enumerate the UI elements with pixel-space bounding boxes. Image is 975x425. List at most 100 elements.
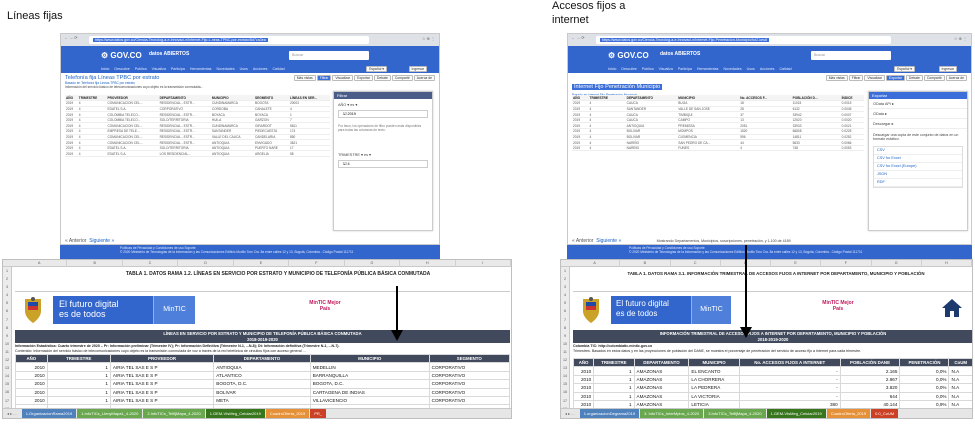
- row-number[interactable]: 8: [561, 324, 569, 332]
- sheet-cell[interactable]: BOGOTA, D.C.: [309, 379, 430, 389]
- sheet-cell[interactable]: META: [213, 395, 311, 406]
- table-row[interactable]: 2019 4 EDATEL S.A. LOS RESIDENCIAL... ANTIOQ…: [65, 150, 330, 157]
- sheet-cell[interactable]: AMAZONAS: [633, 383, 690, 393]
- nav-item[interactable]: Participa: [171, 67, 185, 71]
- sheet-row[interactable]: 2010 1 AMAZONAS LA PEDRERA -3.820 0,0% N.A: [572, 383, 972, 393]
- nav-item[interactable]: Visualiza: [152, 67, 166, 71]
- nav-item[interactable]: Publica: [135, 67, 147, 71]
- sheet-cell[interactable]: N.A: [948, 374, 972, 385]
- lang-dropdown[interactable]: Español ▾: [366, 66, 387, 72]
- column-letter[interactable]: C: [671, 260, 721, 267]
- export-format-link[interactable]: RDF: [874, 179, 962, 187]
- sheet-cell[interactable]: 2010: [15, 379, 48, 389]
- row-number[interactable]: 14: [3, 372, 11, 380]
- nav-item[interactable]: Usos: [747, 67, 755, 71]
- nav-item[interactable]: Inicio: [608, 67, 616, 71]
- pager-prev[interactable]: « Anterior: [572, 238, 593, 244]
- filter-value-trimestre[interactable]: ☑ 4: [338, 160, 428, 168]
- nav-items[interactable]: Inicio Descubre Publica Visualiza Participa H…: [608, 67, 797, 71]
- column-letter[interactable]: D: [178, 260, 234, 267]
- pager-next[interactable]: Siguiente »: [89, 238, 114, 244]
- sheet-cell[interactable]: N.A: [948, 366, 972, 376]
- row-number[interactable]: 14: [561, 372, 569, 380]
- sheet-cell[interactable]: AIRIA TEL SAS E S P: [109, 362, 215, 372]
- sheet-cell[interactable]: CARTAGENA DE INDIAS: [309, 387, 430, 397]
- sheet-cell[interactable]: BOLIVAR: [213, 387, 311, 397]
- nav-item[interactable]: Acciones: [253, 67, 268, 71]
- column-letter[interactable]: G: [872, 260, 922, 267]
- sheet-cell[interactable]: 2010: [572, 374, 595, 385]
- sheet-row[interactable]: 2010 1 AIRIA TEL SAS E S P BOGOTA, D.C. BOGO…: [15, 379, 511, 389]
- sheet-tab[interactable]: CuadroOferta_2019: [265, 409, 310, 418]
- column-letter[interactable]: B: [67, 260, 123, 267]
- nav-items[interactable]: Inicio Descubre Publica Visualiza Participa H…: [101, 67, 290, 71]
- sheet-header-cell[interactable]: POBLACIÓN DANE: [839, 357, 901, 368]
- row-number[interactable]: 11: [561, 348, 569, 356]
- toolbar-button[interactable]: Exportar: [354, 75, 373, 81]
- column-letter[interactable]: B: [620, 260, 671, 267]
- row-number[interactable]: 16: [3, 388, 11, 396]
- table-row[interactable]: 2019 4 NARIÑO FUNES 4 748 0.0053: [572, 145, 864, 152]
- toolbar-button[interactable]: Filtrar: [316, 75, 332, 81]
- row-number[interactable]: 9: [561, 332, 569, 340]
- column-letter[interactable]: I: [456, 260, 511, 267]
- address-bar[interactable]: https://www.datos.gov.co/Ciencia-Tecnolo…: [596, 36, 891, 44]
- datos-abiertos-logo[interactable]: datos ABIERTOS: [149, 51, 189, 57]
- nav-item[interactable]: Herramientas: [190, 67, 212, 71]
- column-letter[interactable]: H: [922, 260, 972, 267]
- filter-field-ano[interactable]: AÑO ▾ es ▾: [334, 99, 432, 110]
- nav-item[interactable]: Visualiza: [659, 67, 673, 71]
- filter-value-ano[interactable]: ☑ 2019: [338, 110, 428, 118]
- search-input[interactable]: Buscar: [811, 51, 891, 60]
- datos-abiertos-logo[interactable]: datos ABIERTOS: [660, 51, 700, 57]
- toolbar-button[interactable]: Acerca de: [413, 75, 435, 81]
- export-option[interactable]: OData API ▸: [869, 99, 967, 109]
- sheet-cell[interactable]: N.A: [948, 383, 972, 393]
- column-letter[interactable]: A: [570, 260, 621, 267]
- row-number[interactable]: 12: [3, 356, 11, 364]
- toolbar-button[interactable]: Más vistas: [293, 75, 316, 81]
- sheet-cell[interactable]: 1: [46, 379, 111, 389]
- sheet-cell[interactable]: AIRIA TEL SAS E S P: [109, 387, 215, 397]
- column-letter[interactable]: F: [289, 260, 345, 267]
- nav-item[interactable]: Usos: [240, 67, 248, 71]
- nav-item[interactable]: Inicio: [101, 67, 109, 71]
- sheet-tab[interactable]: PR_: [310, 409, 326, 418]
- sheet-cell[interactable]: BOGOTA, D.C.: [213, 379, 311, 389]
- browser-menu-icon[interactable]: ☆ ⊕ ⋮: [954, 36, 967, 41]
- sheet-header-cell[interactable]: MUNICIPIO: [309, 353, 430, 364]
- sheet-cell[interactable]: 2.165: [839, 366, 901, 376]
- row-number[interactable]: 7: [3, 316, 11, 324]
- sheet-cell[interactable]: 2.967: [839, 374, 901, 385]
- row-number[interactable]: 5: [3, 299, 11, 307]
- column-letter[interactable]: G: [345, 260, 401, 267]
- sheet-cell[interactable]: N.A: [948, 391, 972, 401]
- sheet-cell[interactable]: -: [738, 391, 841, 401]
- sheet-cell[interactable]: 2010: [15, 362, 48, 372]
- sheet-cell[interactable]: CORPORATIVO: [428, 370, 511, 381]
- export-format-link[interactable]: JSON: [874, 171, 962, 179]
- row-number[interactable]: 8: [3, 324, 11, 332]
- lang-dropdown[interactable]: Español ▾: [894, 66, 915, 72]
- sheet-cell[interactable]: 2010: [572, 366, 595, 376]
- row-number[interactable]: 6: [561, 307, 569, 315]
- row-number[interactable]: 17: [3, 397, 11, 405]
- row-number[interactable]: 15: [3, 380, 11, 388]
- sheet-cell[interactable]: 1: [593, 391, 635, 401]
- sheet-cell[interactable]: VILLAVICENCIO: [309, 395, 430, 406]
- sheet-cell[interactable]: AMAZONAS: [633, 374, 690, 385]
- sheet-header-cell[interactable]: No. ACCESOS FIJOS A INTERNET: [738, 357, 841, 368]
- sheet-row[interactable]: 2010 1 AMAZONAS EL ENCANTO -2.165 0,0% N.A: [572, 366, 972, 376]
- sheet-nav-icons[interactable]: ◂ ▸ ...: [561, 411, 579, 416]
- sheet-header-cell[interactable]: PROVEEDOR: [109, 353, 215, 364]
- sheet-tab[interactable]: 1.OrganizacionRama2019: [21, 409, 77, 418]
- toolbar-button[interactable]: Debate: [905, 75, 923, 81]
- sheet-nav-icons[interactable]: ◂ ▸ ...: [3, 411, 21, 416]
- browser-menu-icon[interactable]: ☆ ⊕ ⋮: [422, 36, 435, 41]
- row-number[interactable]: 5: [561, 299, 569, 307]
- sheet-tab[interactable]: 2.InfoTICs_TelfijMapa_4-2020: [143, 409, 205, 418]
- column-letter[interactable]: F: [821, 260, 872, 267]
- sheet-cell[interactable]: CORPORATIVO: [428, 379, 511, 389]
- nav-item[interactable]: Calidad: [272, 67, 284, 71]
- row-number[interactable]: 2: [561, 275, 569, 283]
